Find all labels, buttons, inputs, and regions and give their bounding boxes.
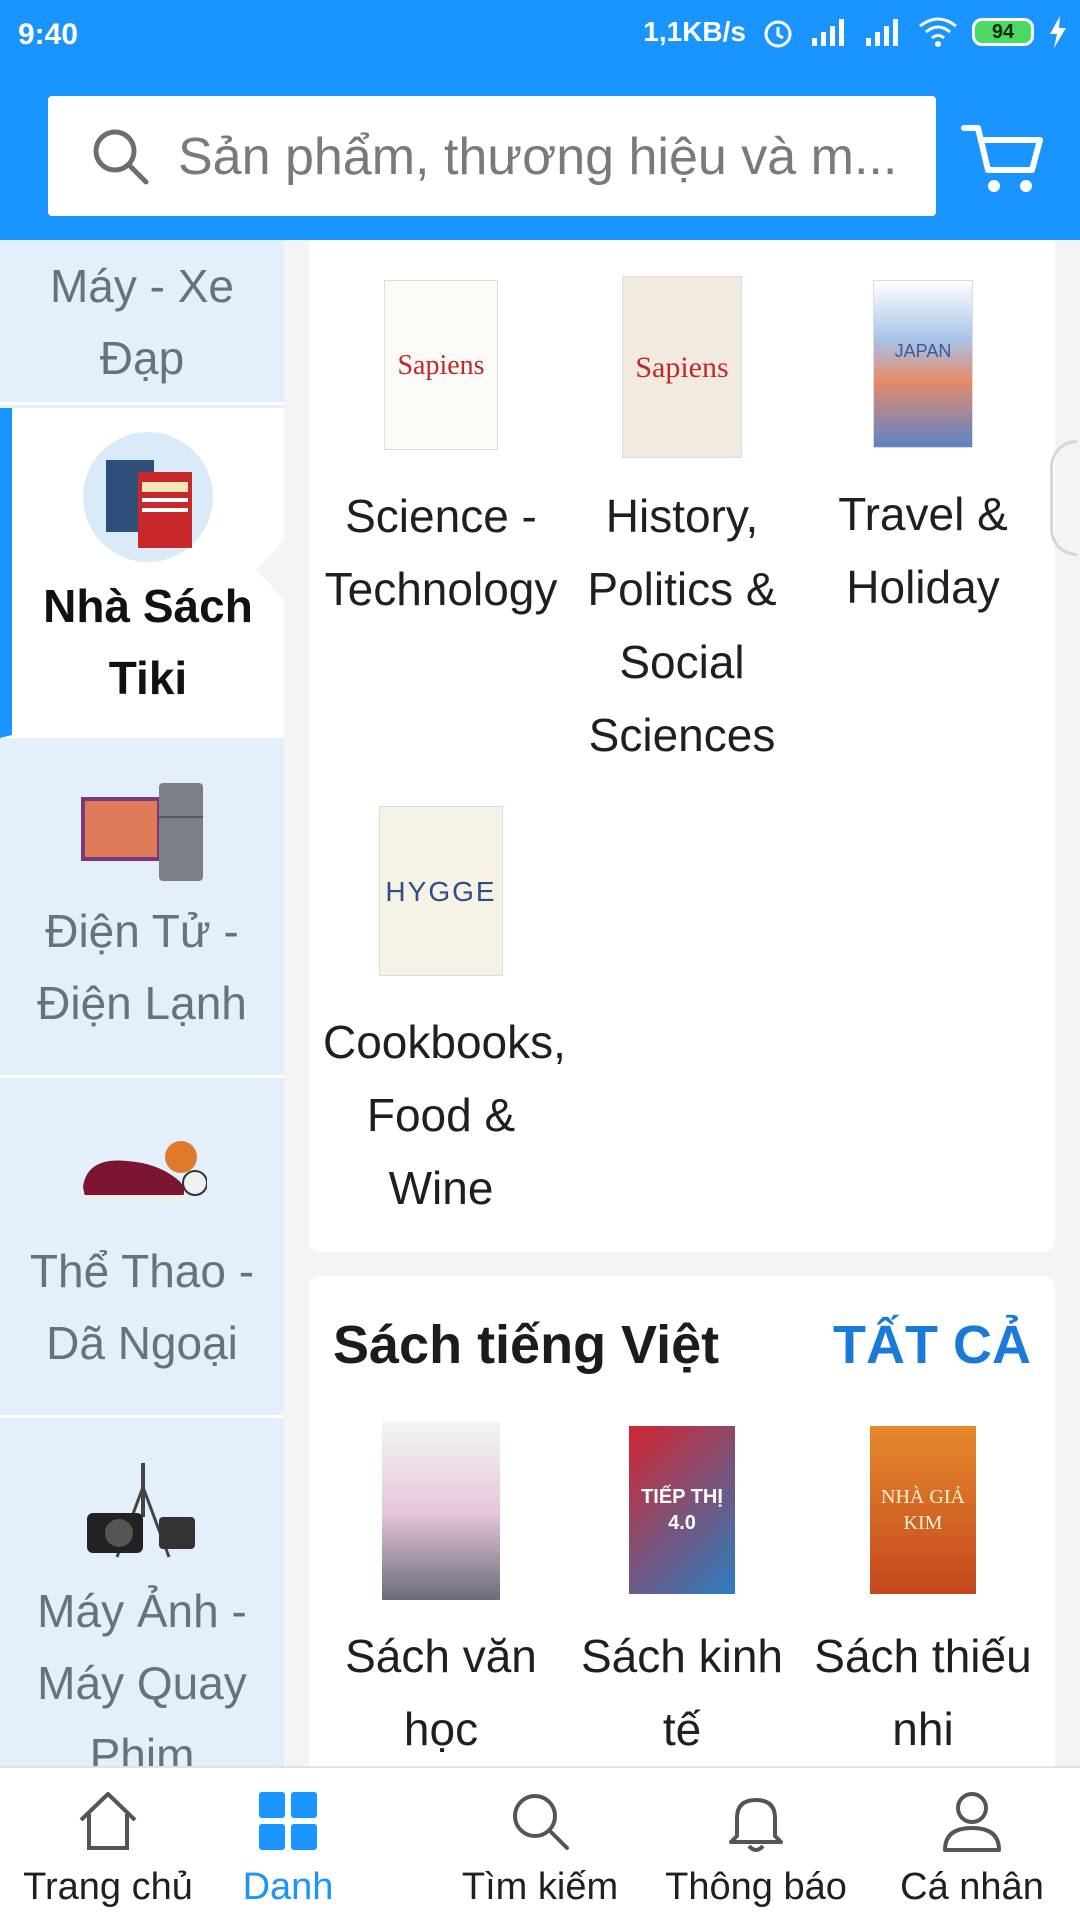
category-label: Science - Technology (324, 490, 558, 615)
nav-label: Thông báo (665, 1866, 847, 1908)
cameras-thumbnail (77, 1457, 207, 1567)
nav-label: Cá nhân (900, 1866, 1044, 1908)
network-speed: 1,1KB/s (643, 16, 746, 47)
status-time: 9:40 (18, 18, 79, 51)
sidebar-item-label: Máy Ảnh - Máy Quay Phim (37, 1585, 247, 1766)
category-science-technology[interactable]: Sapiens Science - Technology (323, 280, 559, 626)
wifi-icon (919, 17, 957, 47)
nav-search[interactable]: Tìm kiếm (432, 1768, 648, 1922)
bottom-navigation: Trang chủ Danh Tìm kiếm Thông báo Cá nhâ… (0, 1766, 1080, 1922)
scroll-indicator[interactable] (1050, 440, 1077, 556)
charging-icon (1050, 16, 1066, 48)
electronics-thumbnail (77, 777, 207, 887)
category-label: History, Politics & Social Sciences (587, 490, 777, 761)
sidebar-item-electronics[interactable]: Điện Tử - Điện Lạnh (0, 741, 284, 1078)
sidebar-item-label: Thể Thao - Dã Ngoại (29, 1245, 255, 1369)
category-economics[interactable]: TIẾP THỊ 4.0 Sách kinh tế (564, 1426, 800, 1766)
search-bar[interactable] (48, 96, 936, 216)
status-icons: 1,1KB/s 94 (643, 14, 1068, 50)
sidebar-item-label: Nhà Sách Tiki (43, 580, 253, 704)
search-icon (93, 129, 149, 185)
section-title: Sách tiếng Việt (333, 1315, 720, 1375)
nav-label: Tìm kiếm (461, 1866, 619, 1908)
sports-thumbnail (77, 1117, 207, 1227)
category-label: Sách văn học (345, 1630, 537, 1755)
english-books-panel: Sapiens Science - Technology Sapiens His… (309, 240, 1055, 1252)
sidebar-item-bikes[interactable]: Máy - Xe Đạp (0, 240, 284, 405)
sidebar-item-cameras[interactable]: Máy Ảnh - Máy Quay Phim (0, 1421, 284, 1766)
search-input[interactable] (176, 116, 920, 198)
nav-profile[interactable]: Cá nhân (864, 1768, 1080, 1922)
book-cover: JAPAN (873, 280, 973, 448)
app-header: 9:40 1,1KB/s 94 (0, 0, 1080, 240)
grid-icon (259, 1792, 317, 1850)
bell-icon (729, 1798, 783, 1852)
category-label: Sách kinh tế (580, 1630, 783, 1755)
alarm-icon (764, 20, 792, 48)
book-cover: HYGGE (379, 806, 503, 976)
book-cover: TIẾP THỊ 4.0 (629, 1426, 735, 1594)
category-children[interactable]: NHÀ GIẢ KIM Sách thiếu nhi (805, 1426, 1041, 1766)
category-label: Travel & Holiday (838, 488, 1008, 613)
book-cover: Sapiens (384, 280, 498, 450)
battery-indicator: 94 (972, 18, 1034, 46)
signal-icon (812, 19, 844, 46)
category-label: Cookbooks, Food & Wine (323, 1016, 566, 1214)
signal-icon-2 (866, 19, 898, 46)
tiki-books-thumbnail (83, 432, 213, 562)
book-cover (382, 1422, 500, 1600)
status-bar: 9:40 1,1KB/s 94 (0, 0, 1080, 72)
home-icon (79, 1792, 137, 1850)
active-indicator-notch (256, 540, 284, 600)
sidebar-item-label: Điện Tử - Điện Lạnh (37, 905, 247, 1029)
category-sidebar: Máy - Xe Đạp Nhà Sách Tiki Điện Tử - Điệ… (0, 240, 284, 1766)
category-history-politics[interactable]: Sapiens History, Politics & Social Scien… (564, 276, 800, 772)
category-travel-holiday[interactable]: JAPAN Travel & Holiday (805, 280, 1041, 624)
sidebar-item-tiki-books[interactable]: Nhà Sách Tiki (0, 408, 284, 738)
nav-notifications[interactable]: Thông báo (648, 1768, 864, 1922)
search-icon (513, 1794, 569, 1850)
user-icon (943, 1792, 1001, 1852)
category-literature[interactable]: Sách văn học (323, 1422, 559, 1766)
sidebar-item-label: Máy - Xe Đạp (49, 260, 235, 384)
sidebar-item-sports[interactable]: Thể Thao - Dã Ngoại (0, 1081, 284, 1418)
cart-icon[interactable] (958, 114, 1048, 204)
category-cookbooks-food-wine[interactable]: HYGGE Cookbooks, Food & Wine (323, 806, 566, 1225)
category-label: Sách thiếu nhi (814, 1630, 1032, 1755)
book-cover: Sapiens (622, 276, 742, 458)
book-cover: NHÀ GIẢ KIM (870, 1426, 976, 1594)
nav-categories[interactable]: Danh (180, 1768, 396, 1922)
nav-label: Danh (242, 1866, 334, 1908)
see-all-link[interactable]: TẤT CẢ (833, 1314, 1031, 1376)
